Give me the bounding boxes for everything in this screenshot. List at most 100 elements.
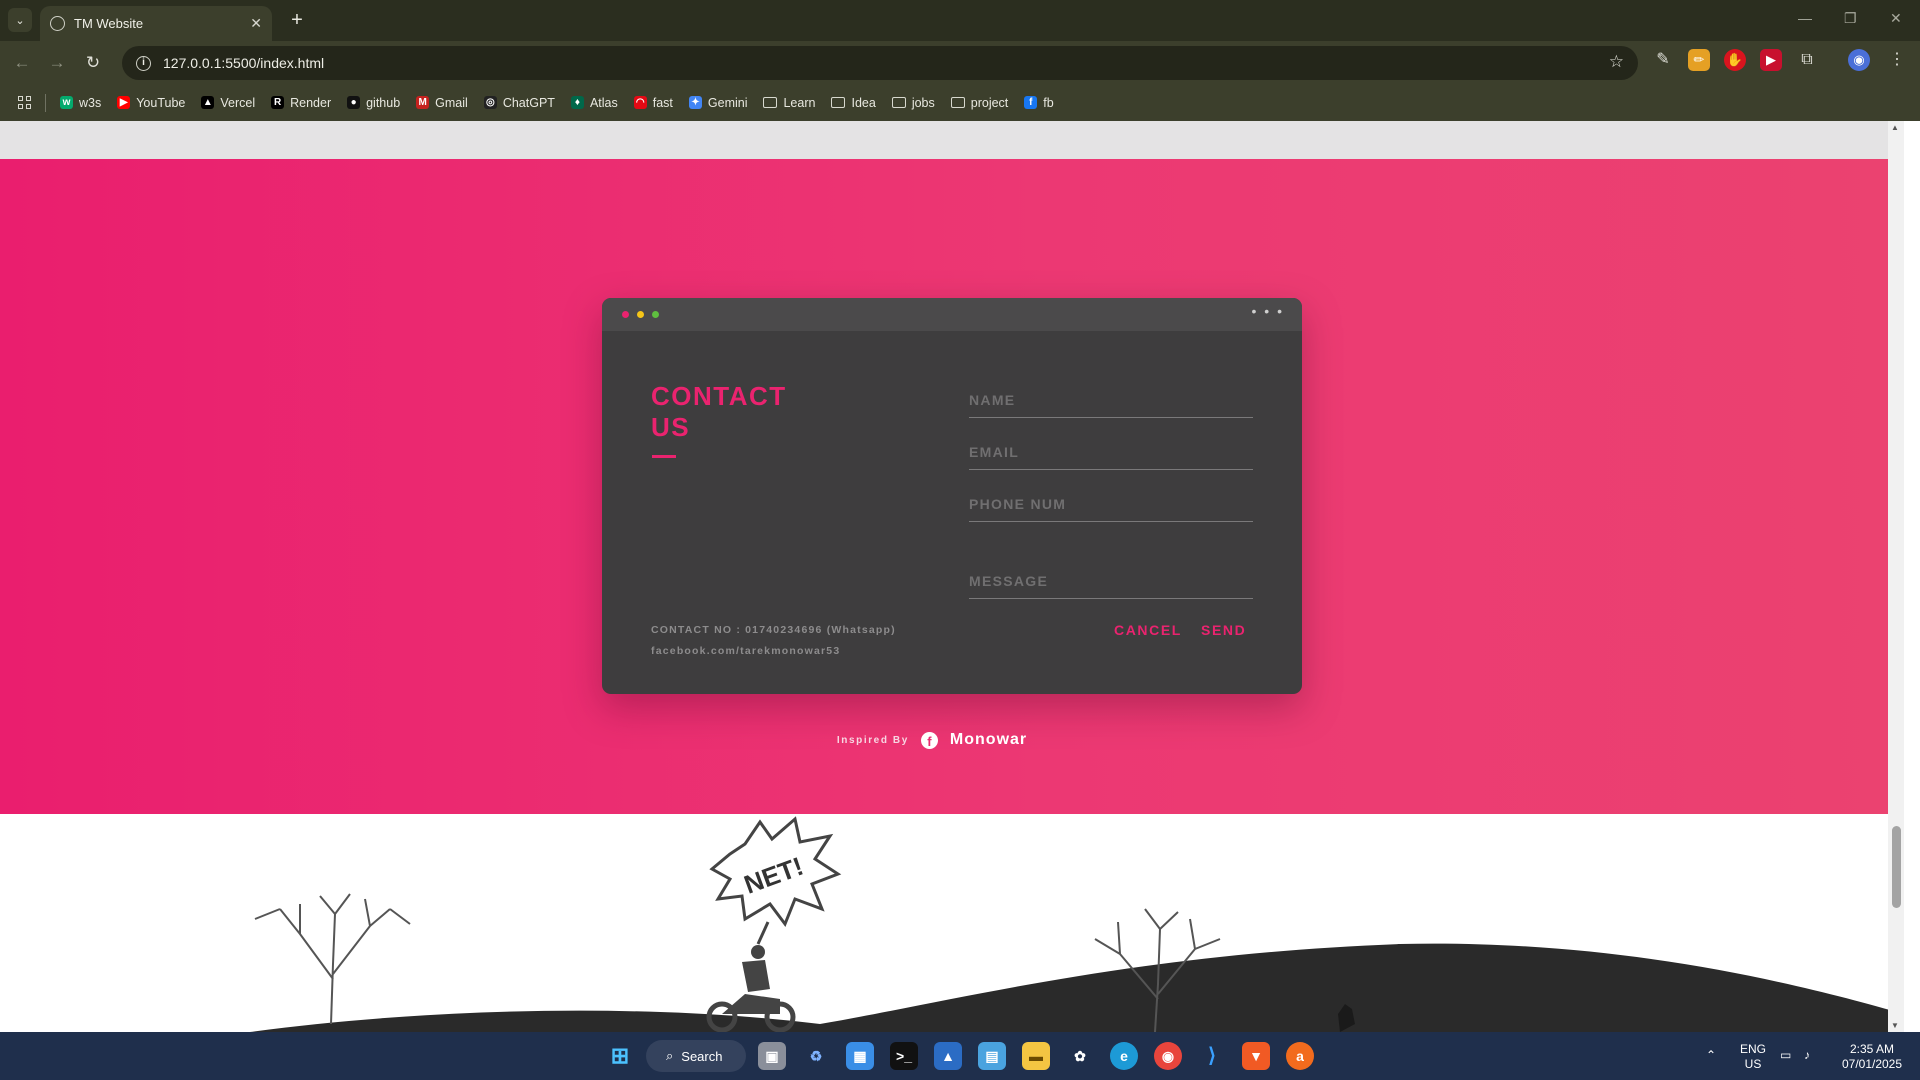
recycle-bin-icon[interactable]: ♻ [802, 1042, 830, 1070]
clock[interactable]: 2:35 AM 07/01/2025 [1832, 1042, 1912, 1072]
restore-button[interactable]: ❐ [1844, 10, 1857, 27]
close-window-button[interactable]: ✕ [1890, 10, 1902, 27]
brave-icon[interactable]: ▼ [1242, 1042, 1270, 1070]
tab-active[interactable]: TM Website ✕ [40, 6, 272, 41]
bookmark-jobs[interactable]: jobs [891, 96, 935, 110]
email-field[interactable]: EMAIL [969, 444, 1253, 470]
contact-number: CONTACT NO : 01740234696 (Whatsapp) [651, 624, 896, 636]
folder-icon [891, 97, 906, 108]
bookmark-gmail[interactable]: M Gmail [416, 96, 468, 110]
bookmark-label: YouTube [136, 95, 186, 110]
reload-button[interactable]: ↻ [81, 51, 105, 75]
avast-icon[interactable]: a [1286, 1042, 1314, 1070]
page-scrollbar[interactable]: ▲ ▼ [1888, 121, 1904, 1032]
vscode-icon[interactable]: ⟩ [1198, 1042, 1226, 1070]
title-underline [652, 455, 676, 458]
bookmark-fb[interactable]: f fb [1024, 96, 1054, 110]
bookmark-star-icon[interactable]: ☆ [1609, 52, 1624, 72]
chatgpt-icon: ◎ [483, 96, 497, 109]
contact-title-line1: CONTACT [651, 381, 787, 411]
edge-icon[interactable]: e [1110, 1042, 1138, 1070]
tab-title: TM Website [74, 16, 144, 31]
gmail-icon: M [416, 96, 430, 109]
language-indicator[interactable]: ENG US [1736, 1042, 1770, 1072]
contact-title-line2: US [651, 412, 691, 442]
scrollbar-thumb[interactable] [1892, 826, 1901, 908]
bookmark-fast[interactable]: ◠ fast [633, 96, 673, 110]
vercel-icon: ▲ [201, 96, 215, 109]
hand-extension-icon[interactable]: ✋ [1724, 49, 1746, 71]
scroll-up-arrow[interactable]: ▲ [1891, 123, 1899, 132]
cancel-button[interactable]: CANCEL [1114, 622, 1182, 638]
scroll-down-arrow[interactable]: ▼ [1891, 1021, 1899, 1030]
forward-button[interactable]: → [45, 51, 69, 75]
taskbar-search[interactable]: ⌕ Search [646, 1040, 746, 1072]
eyedropper-extension-icon[interactable]: ✎ [1652, 49, 1674, 71]
bookmark-label: github [366, 95, 401, 110]
browser-menu-icon[interactable]: ⋮ [1886, 49, 1908, 71]
message-field[interactable]: MESSAGE [969, 573, 1253, 599]
facebook-icon[interactable]: f [920, 731, 938, 749]
bookmark-label: Gemini [707, 95, 748, 110]
bookmark-youtube[interactable]: ▶ YouTube [117, 96, 185, 110]
control-panel-icon[interactable]: ▤ [978, 1042, 1006, 1070]
site-info-icon[interactable]: i [136, 55, 151, 71]
pencil-extension-icon[interactable]: ✏ [1688, 49, 1710, 71]
photos-icon[interactable]: ▲ [934, 1042, 962, 1070]
volume-icon[interactable]: ♪ [1804, 1048, 1810, 1063]
name-field[interactable]: NAME [969, 392, 1253, 418]
terminal-icon[interactable]: >_ [890, 1042, 918, 1070]
facebook-icon: f [1024, 96, 1038, 109]
tray-overflow-icon[interactable]: ⌃ [1706, 1048, 1716, 1063]
send-button[interactable]: SEND [1201, 622, 1246, 638]
globe-icon [50, 16, 65, 31]
window-dot-red [622, 311, 629, 318]
bookmark-label: Learn [783, 95, 816, 110]
contact-title: CONTACT US [651, 381, 787, 443]
inspired-label: Inspired By [836, 734, 909, 746]
bookmark-label: Idea [851, 95, 876, 110]
bookmark-atlas[interactable]: ♦ Atlas [570, 95, 618, 110]
address-bar[interactable]: i 127.0.0.1:5500/index.html ☆ [122, 46, 1638, 80]
new-tab-button[interactable]: + [284, 8, 310, 34]
chatgpt-app-icon[interactable]: ✿ [1066, 1042, 1094, 1070]
windows-taskbar: ⊞ ⌕ Search ▣ ♻ ▦ >_ ▲ ▤ ▬ ✿ e ◉ ⟩ ▼ a ⌃ … [0, 1032, 1920, 1080]
url-text: 127.0.0.1:5500/index.html [163, 55, 325, 71]
tab-search-button[interactable]: ⌄ [8, 8, 32, 32]
network-icon[interactable]: ▭ [1780, 1048, 1791, 1063]
minimize-button[interactable]: — [1798, 10, 1812, 26]
bookmark-label: Render [290, 95, 332, 110]
chrome-icon[interactable]: ◉ [1154, 1042, 1182, 1070]
microsoft-store-icon[interactable]: ▦ [846, 1042, 874, 1070]
page-viewport: • • • CONTACT US CONTACT NO : 0174023469… [0, 121, 1904, 1032]
bookmark-chatgpt[interactable]: ◎ ChatGPT [483, 96, 555, 110]
author-name[interactable]: Monowar [950, 731, 1027, 749]
extensions-puzzle-icon[interactable]: ⧉ [1796, 49, 1818, 71]
browser-chrome: ⌄ TM Website ✕ + — ❐ ✕ ← → ↻ i 127.0.0.1… [0, 0, 1920, 121]
bookmark-project[interactable]: project [950, 95, 1009, 110]
bookmarks-separator [45, 93, 46, 112]
profile-avatar[interactable]: ◉ [1848, 49, 1870, 71]
windows-start-icon[interactable]: ⊞ [606, 1042, 634, 1070]
bookmark-gemini[interactable]: ✦ Gemini [688, 95, 748, 110]
bookmark-learn[interactable]: Learn [763, 96, 815, 110]
card-titlebar: • • • [602, 298, 1302, 331]
video-extension-icon[interactable]: ▶ [1760, 49, 1782, 71]
bookmark-label: Atlas [589, 95, 618, 110]
youtube-icon: ▶ [117, 96, 131, 109]
facebook-link[interactable]: facebook.com/tarekmonowar53 [651, 645, 840, 657]
bookmark-github[interactable]: ● github [347, 96, 400, 110]
bookmark-label: project [970, 95, 1009, 110]
bookmark-idea[interactable]: Idea [831, 95, 876, 110]
back-button[interactable]: ← [10, 51, 34, 75]
close-icon[interactable]: ✕ [250, 15, 262, 32]
bookmark-label: Gmail [435, 95, 468, 110]
phone-field[interactable]: PHONE NUM [969, 496, 1253, 522]
task-view-icon[interactable]: ▣ [758, 1042, 786, 1070]
apps-grid-icon[interactable] [18, 96, 31, 109]
bookmark-render[interactable]: R Render [271, 96, 331, 110]
file-explorer-icon[interactable]: ▬ [1022, 1042, 1050, 1070]
net-sign: NET! [709, 816, 842, 945]
bookmark-w3s[interactable]: w w3s [60, 96, 101, 110]
bookmark-vercel[interactable]: ▲ Vercel [201, 96, 255, 110]
